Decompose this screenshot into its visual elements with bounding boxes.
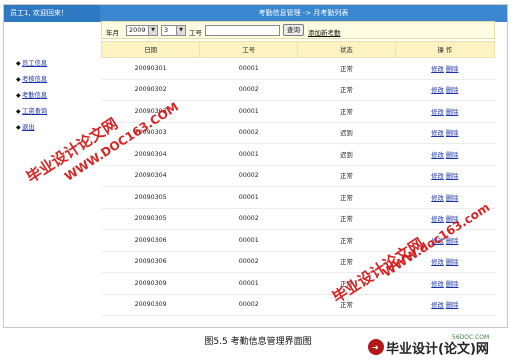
cell-emp-id: 00001	[199, 57, 298, 80]
table-body: 20090301 00001 正常 修改 删除 20090302 00002 正常 修改 删除 20…	[101, 57, 495, 316]
cell-operations: 修改 删除	[395, 122, 495, 144]
cell-emp-id: 00002	[199, 208, 298, 230]
attendance-table: 日期 工号 状态 操 作 20090301 00001 正常 修改 删除 20090302…	[100, 41, 496, 316]
cell-operations: 修改 删除	[395, 294, 495, 316]
cell-date: 20090302	[101, 79, 200, 101]
edit-link[interactable]: 修改	[431, 173, 444, 180]
month-select[interactable]: 3 ▼	[161, 25, 186, 36]
delete-link[interactable]: 删除	[446, 152, 459, 159]
emp-id-label: 工号	[189, 29, 202, 37]
cell-operations: 修改 删除	[395, 57, 495, 80]
delete-link[interactable]: 删除	[446, 302, 459, 309]
emp-id-input[interactable]	[205, 25, 280, 36]
delete-link[interactable]: 删除	[446, 130, 459, 137]
cell-emp-id: 00001	[199, 186, 298, 209]
sidebar-item-employee-info[interactable]: ◆员工信息	[16, 58, 47, 68]
cell-date: 20090309	[101, 272, 200, 295]
table-row: 20090306 00002 正常 修改 删除	[101, 251, 495, 273]
logo-site-text: 56DOC.COM	[452, 334, 489, 341]
delete-link[interactable]: 删除	[446, 259, 459, 266]
cell-status: 迟到	[297, 143, 396, 166]
cell-emp-id: 00002	[199, 251, 298, 273]
cell-operations: 修改 删除	[395, 165, 495, 187]
table-row: 20090303 00002 迟到 修改 删除	[101, 122, 495, 144]
table-header-row: 日期 工号 状态 操 作	[100, 41, 496, 58]
cell-status: 正常	[297, 165, 396, 187]
column-header-operations: 操 作	[394, 41, 496, 58]
cell-operations: 修改 删除	[395, 79, 495, 101]
chevron-down-icon[interactable]: ▼	[148, 26, 157, 35]
edit-link[interactable]: 修改	[431, 130, 444, 137]
table-row: 20090309 00001 正常 修改 删除	[101, 272, 495, 295]
cell-status: 正常	[297, 186, 396, 209]
cell-date: 20090304	[101, 165, 200, 187]
delete-link[interactable]: 删除	[446, 281, 459, 288]
cell-emp-id: 00001	[199, 229, 298, 252]
edit-link[interactable]: 修改	[431, 66, 444, 73]
delete-link[interactable]: 删除	[446, 195, 459, 202]
site-logo: 56DOC.COM ➜ 毕业设计(论文)网	[368, 334, 489, 357]
table-row: 20090305 00002 正常 修改 删除	[101, 208, 495, 230]
edit-link[interactable]: 修改	[431, 87, 444, 94]
column-header-emp-id: 工号	[199, 41, 299, 58]
cell-date: 20090306	[101, 251, 200, 273]
edit-link[interactable]: 修改	[431, 109, 444, 116]
filter-bar: 年月 2009 ▼ 3 ▼ 工号 查询 添加新考勤	[101, 21, 495, 39]
top-bar: 员工1, 欢迎回来！ 考勤信息管理 -> 月考勤列表	[4, 5, 507, 22]
table-row: 20090304 00002 正常 修改 删除	[101, 165, 495, 187]
sidebar-item-logout[interactable]: ◆退出	[16, 122, 35, 132]
table-row: 20090305 00001 正常 修改 删除	[101, 186, 495, 209]
cell-emp-id: 00002	[199, 79, 298, 101]
delete-link[interactable]: 删除	[446, 66, 459, 73]
delete-link[interactable]: 删除	[446, 173, 459, 180]
welcome-text: 员工1, 欢迎回来！	[4, 5, 100, 22]
cell-status: 迟到	[297, 122, 396, 144]
logo-brand-text: 毕业设计(论文)网	[386, 341, 489, 357]
cell-emp-id: 00001	[199, 272, 298, 295]
page-title: 考勤信息管理 -> 月考勤列表	[258, 9, 349, 17]
edit-link[interactable]: 修改	[431, 281, 444, 288]
add-attendance-link[interactable]: 添加新考勤	[308, 27, 341, 37]
edit-link[interactable]: 修改	[431, 259, 444, 266]
cell-status: 正常	[297, 208, 396, 230]
cell-date: 20090305	[101, 186, 200, 209]
year-select[interactable]: 2009 ▼	[126, 25, 158, 36]
cell-date: 20090309	[101, 294, 200, 316]
cell-status: 正常	[297, 57, 396, 80]
edit-link[interactable]: 修改	[431, 195, 444, 202]
cell-status: 正常	[297, 100, 396, 123]
cell-operations: 修改 删除	[395, 100, 495, 123]
sidebar-item-assessment-info[interactable]: ◆考核信息	[16, 74, 47, 84]
sidebar-item-salary-query[interactable]: ◆工资查询	[16, 106, 47, 116]
chevron-down-icon[interactable]: ▼	[176, 26, 185, 35]
svg-text:➜: ➜	[372, 343, 379, 352]
cell-emp-id: 00002	[199, 294, 298, 316]
sidebar-item-attendance-info[interactable]: ◆考勤信息	[16, 90, 47, 100]
cell-emp-id: 00002	[199, 165, 298, 187]
table-row: 20090301 00001 正常 修改 删除	[101, 57, 495, 80]
cell-operations: 修改 删除	[395, 143, 495, 166]
year-month-label: 年月	[106, 29, 119, 37]
table-row: 20090309 00002 正常 修改 删除	[101, 294, 495, 316]
table-row: 20090302 00002 正常 修改 删除	[101, 79, 495, 101]
cell-status: 正常	[297, 79, 396, 101]
delete-link[interactable]: 删除	[446, 109, 459, 116]
search-button[interactable]: 查询	[283, 24, 304, 36]
cell-date: 20090305	[101, 208, 200, 230]
edit-link[interactable]: 修改	[431, 302, 444, 309]
cell-emp-id: 00001	[199, 100, 298, 123]
delete-link[interactable]: 删除	[446, 87, 459, 94]
cell-date: 20090301	[101, 57, 200, 80]
column-header-status: 状态	[297, 41, 396, 58]
column-header-date: 日期	[100, 41, 201, 58]
cell-operations: 修改 删除	[395, 272, 495, 295]
cell-emp-id: 00001	[199, 143, 298, 166]
cell-emp-id: 00002	[199, 122, 298, 144]
edit-link[interactable]: 修改	[431, 152, 444, 159]
cell-status: 正常	[297, 229, 396, 252]
table-row: 20090304 00001 迟到 修改 删除	[101, 143, 495, 166]
edit-link[interactable]: 修改	[431, 216, 444, 223]
cell-date: 20090306	[101, 229, 200, 252]
